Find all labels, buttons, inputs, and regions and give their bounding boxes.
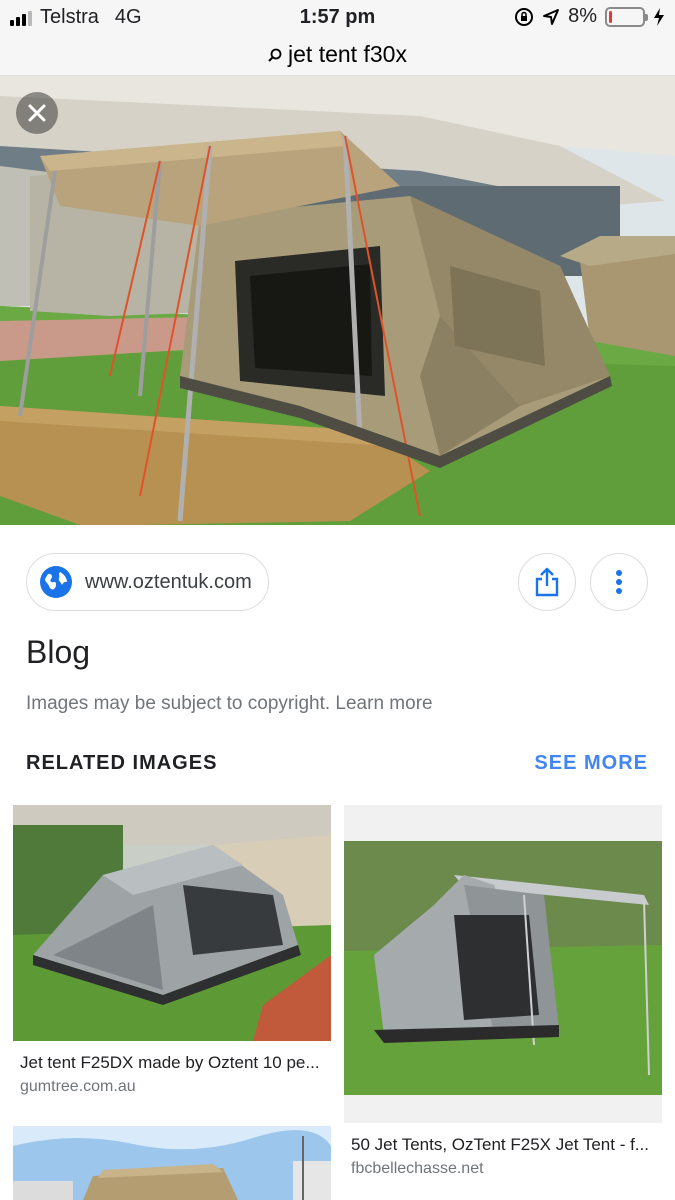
- see-more-link[interactable]: SEE MORE: [534, 752, 648, 775]
- source-url: www.oztentuk.com: [85, 570, 252, 593]
- related-image-title[interactable]: Jet tent F25DX made by Oztent 10 pe...: [20, 1053, 320, 1073]
- share-icon: [535, 567, 559, 597]
- source-link[interactable]: www.oztentuk.com: [26, 553, 269, 611]
- charging-bolt-icon: [654, 7, 664, 26]
- related-image-card[interactable]: Jet tent F25DX made by Oztent 10 pe... g…: [13, 805, 331, 1105]
- related-image-thumbnail[interactable]: [13, 1126, 331, 1200]
- related-images-heading: RELATED IMAGES: [26, 752, 218, 774]
- globe-icon: [40, 566, 72, 598]
- close-button[interactable]: [16, 92, 58, 134]
- related-image-site: fbcbellechasse.net: [351, 1160, 484, 1177]
- tent-awning-photo: [13, 1126, 331, 1200]
- related-image-thumbnail[interactable]: [13, 805, 331, 1041]
- more-vert-icon: [616, 570, 622, 594]
- grey-tent-photo: [13, 805, 331, 1041]
- related-image-card[interactable]: 50 Jet Tents, OzTent F25X Jet Tent - f..…: [344, 805, 662, 1185]
- tent-photo: [0, 76, 675, 525]
- copyright-notice[interactable]: Images may be subject to copyright. Lear…: [26, 693, 433, 715]
- search-query[interactable]: jet tent f30x: [288, 41, 407, 68]
- related-image-thumbnail[interactable]: [344, 805, 662, 1123]
- more-options-button[interactable]: [590, 553, 648, 611]
- location-arrow-icon: [543, 8, 560, 25]
- search-icon: [268, 48, 282, 62]
- status-bar: Telstra 4G 1:57 pm 8%: [0, 0, 675, 34]
- related-image-card[interactable]: [13, 1126, 331, 1200]
- battery-percent: 8%: [568, 5, 597, 27]
- related-image-title[interactable]: 50 Jet Tents, OzTent F25X Jet Tent - f..…: [351, 1135, 649, 1155]
- related-image-site: gumtree.com.au: [20, 1078, 136, 1095]
- main-image[interactable]: [0, 76, 675, 525]
- image-page-title[interactable]: Blog: [26, 634, 90, 671]
- battery-level-fill: [609, 10, 612, 23]
- close-icon: [28, 104, 46, 122]
- jet-tent-photo: [344, 841, 662, 1095]
- battery-icon: [605, 6, 648, 27]
- share-button[interactable]: [518, 553, 576, 611]
- orientation-lock-icon: [515, 7, 534, 26]
- status-right: 8%: [514, 5, 665, 28]
- search-bar[interactable]: jet tent f30x: [0, 34, 675, 76]
